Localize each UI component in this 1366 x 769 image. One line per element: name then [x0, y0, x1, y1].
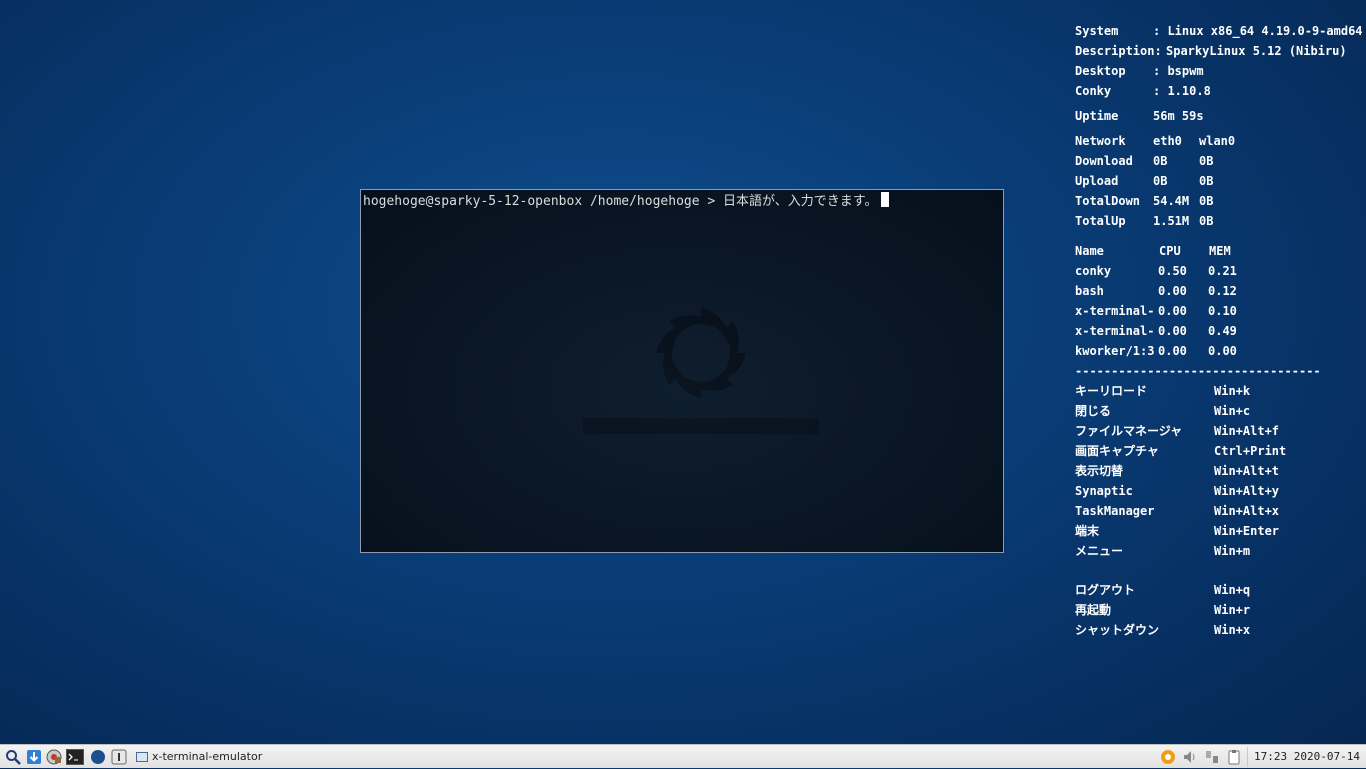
shortcut-label: Synaptic: [1075, 484, 1133, 498]
process-mem: 0.21: [1208, 264, 1237, 278]
shortcut-label: TaskManager: [1075, 504, 1155, 518]
process-cpu: 0.00: [1158, 324, 1187, 338]
process-name: x-terminal-: [1075, 304, 1155, 318]
uptime-label: Uptime: [1075, 109, 1119, 123]
network-row-label: TotalUp: [1075, 214, 1126, 228]
taskbar-task-label: x-terminal-emulator: [152, 750, 263, 763]
package-icon[interactable]: [45, 748, 63, 766]
volume-icon[interactable]: [1181, 748, 1199, 766]
process-header-mem: MEM: [1209, 244, 1231, 258]
process-mem: 0.00: [1208, 344, 1237, 358]
network-row-eth0: 0B: [1153, 174, 1168, 188]
network-row-label: Upload: [1075, 174, 1119, 188]
shortcut-key: Ctrl+Print: [1214, 444, 1287, 458]
conky-value: : 1.10.8: [1153, 84, 1211, 98]
session-key: Win+r: [1214, 603, 1251, 617]
network-row-wlan0: 0B: [1199, 174, 1214, 188]
network-header-wlan0: wlan0: [1199, 134, 1236, 148]
session-label: ログアウト: [1075, 583, 1136, 597]
conky-label: Conky: [1075, 84, 1112, 98]
process-cpu: 0.00: [1158, 304, 1187, 318]
terminal-input-text: 日本語が、入力できます。: [723, 194, 878, 209]
shortcut-key: Win+Alt+f: [1214, 424, 1280, 438]
search-icon[interactable]: [4, 748, 22, 766]
network-row-eth0: 0B: [1153, 154, 1168, 168]
clock[interactable]: 17:23 2020-07-14: [1247, 747, 1366, 767]
session-label: 再起動: [1075, 603, 1112, 617]
process-cpu: 0.00: [1158, 284, 1187, 298]
shortcut-label: メニュー: [1075, 544, 1124, 558]
shortcut-label: キーリロード: [1075, 384, 1148, 398]
system-label: System: [1075, 24, 1119, 38]
network-row-label: Download: [1075, 154, 1133, 168]
power-icon[interactable]: [110, 748, 128, 766]
browser-icon[interactable]: [89, 748, 107, 766]
process-mem: 0.12: [1208, 284, 1237, 298]
update-notifier-icon[interactable]: [1159, 748, 1177, 766]
network-row-label: TotalDown: [1075, 194, 1141, 208]
process-name: conky: [1075, 264, 1112, 278]
desktop-value: : bspwm: [1153, 64, 1204, 78]
shortcut-label: 表示切替: [1075, 464, 1124, 478]
network-header-eth0: eth0: [1153, 134, 1182, 148]
shortcut-label: 閉じる: [1075, 404, 1112, 418]
network-row-wlan0: 0B: [1199, 194, 1214, 208]
window-icon: [136, 752, 148, 762]
terminal-prompt-line[interactable]: hogehoge@sparky-5-12-openbox /home/hogeh…: [363, 192, 890, 211]
terminal-window[interactable]: hogehoge@sparky-5-12-openbox /home/hogeh…: [360, 189, 1004, 553]
separator-line: ----------------------------------: [1075, 364, 1321, 378]
desktop-label: Desktop: [1075, 64, 1126, 78]
shortcut-label: 端末: [1075, 524, 1100, 538]
network-row-eth0: 54.4M: [1153, 194, 1190, 208]
shortcut-key: Win+Alt+y: [1214, 484, 1280, 498]
shortcut-key: Win+k: [1214, 384, 1251, 398]
terminal-prompt: hogehoge@sparky-5-12-openbox /home/hogeh…: [363, 194, 724, 209]
network-row-wlan0: 0B: [1199, 154, 1214, 168]
shortcut-key: Win+Alt+x: [1214, 504, 1280, 518]
network-row-eth0: 1.51M: [1153, 214, 1190, 228]
process-mem: 0.49: [1208, 324, 1237, 338]
process-mem: 0.10: [1208, 304, 1237, 318]
shortcut-label: ファイルマネージャ: [1075, 424, 1183, 438]
network-row-wlan0: 0B: [1199, 214, 1214, 228]
uptime-value: 56m 59s: [1153, 109, 1204, 123]
sparkylinux-logo-watermark: [583, 308, 819, 434]
process-name: bash: [1075, 284, 1104, 298]
description-value: SparkyLinux 5.12 (Nibiru): [1166, 44, 1347, 58]
network-header-label: Network: [1075, 134, 1126, 148]
shortcut-key: Win+Alt+t: [1214, 464, 1280, 478]
process-name: kworker/1:3: [1075, 344, 1155, 358]
network-icon[interactable]: [1203, 748, 1221, 766]
session-label: シャットダウン: [1075, 623, 1160, 637]
process-cpu: 0.50: [1158, 264, 1187, 278]
session-key: Win+x: [1214, 623, 1251, 637]
process-header-cpu: CPU: [1159, 244, 1181, 258]
clipboard-icon[interactable]: [1225, 748, 1243, 766]
taskbar-task-terminal[interactable]: x-terminal-emulator: [136, 747, 262, 767]
process-name: x-terminal-: [1075, 324, 1155, 338]
shortcut-key: Win+Enter: [1214, 524, 1280, 538]
description-label: Description:: [1075, 44, 1162, 58]
shortcut-key: Win+c: [1214, 404, 1251, 418]
terminal-cursor: [881, 192, 890, 207]
download-icon[interactable]: [25, 748, 43, 766]
session-key: Win+q: [1214, 583, 1251, 597]
shortcut-key: Win+m: [1214, 544, 1251, 558]
process-header-name: Name: [1075, 244, 1104, 258]
shortcut-label: 画面キャプチャ: [1075, 444, 1159, 458]
taskbar: x-terminal-emulator 17:23 2020-07-14: [0, 744, 1366, 768]
process-cpu: 0.00: [1158, 344, 1187, 358]
terminal-icon[interactable]: [66, 748, 84, 766]
system-value: : Linux x86_64 4.19.0-9-amd64: [1153, 24, 1363, 38]
system-tray: 17:23 2020-07-14: [1159, 745, 1366, 769]
